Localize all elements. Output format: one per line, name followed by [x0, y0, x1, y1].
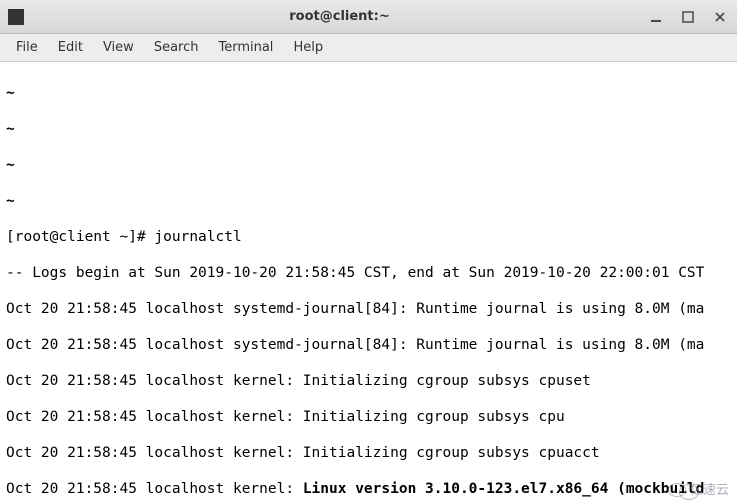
window-controls — [647, 8, 729, 26]
watermark-logo-icon — [668, 483, 686, 497]
minimize-icon — [650, 11, 662, 23]
vim-tilde: ~ — [6, 192, 731, 210]
maximize-icon — [682, 11, 694, 23]
vim-tilde: ~ — [6, 120, 731, 138]
log-prefix: Oct 20 21:58:45 localhost kernel: — [6, 481, 303, 497]
minimize-button[interactable] — [647, 8, 665, 26]
close-icon — [714, 11, 726, 23]
menu-edit[interactable]: Edit — [48, 36, 93, 59]
watermark: 亿速云 — [668, 481, 729, 499]
maximize-button[interactable] — [679, 8, 697, 26]
window-title: root@client:~ — [32, 9, 647, 24]
close-button[interactable] — [711, 8, 729, 26]
vim-tilde: ~ — [6, 156, 731, 174]
kernel-version-text: Linux version 3.10.0-123.el7.x86_64 (moc… — [303, 481, 705, 497]
log-line: Oct 20 21:58:45 localhost systemd-journa… — [6, 300, 731, 318]
log-line: Oct 20 21:58:45 localhost systemd-journa… — [6, 336, 731, 354]
log-line-kernel-version: Oct 20 21:58:45 localhost kernel: Linux … — [6, 480, 731, 498]
menu-file[interactable]: File — [6, 36, 48, 59]
log-summary: -- Logs begin at Sun 2019-10-20 21:58:45… — [6, 264, 731, 282]
menu-view[interactable]: View — [93, 36, 144, 59]
prompt-line: [root@client ~]# journalctl — [6, 228, 731, 246]
terminal-app-icon — [8, 9, 24, 25]
log-line: Oct 20 21:58:45 localhost kernel: Initia… — [6, 408, 731, 426]
menu-help[interactable]: Help — [283, 36, 333, 59]
titlebar: root@client:~ — [0, 0, 737, 34]
log-line: Oct 20 21:58:45 localhost kernel: Initia… — [6, 372, 731, 390]
vim-tilde: ~ — [6, 84, 731, 102]
log-line: Oct 20 21:58:45 localhost kernel: Initia… — [6, 444, 731, 462]
menubar: File Edit View Search Terminal Help — [0, 34, 737, 62]
menu-search[interactable]: Search — [144, 36, 209, 59]
menu-terminal[interactable]: Terminal — [208, 36, 283, 59]
terminal-output[interactable]: ~ ~ ~ ~ [root@client ~]# journalctl -- L… — [0, 62, 737, 503]
